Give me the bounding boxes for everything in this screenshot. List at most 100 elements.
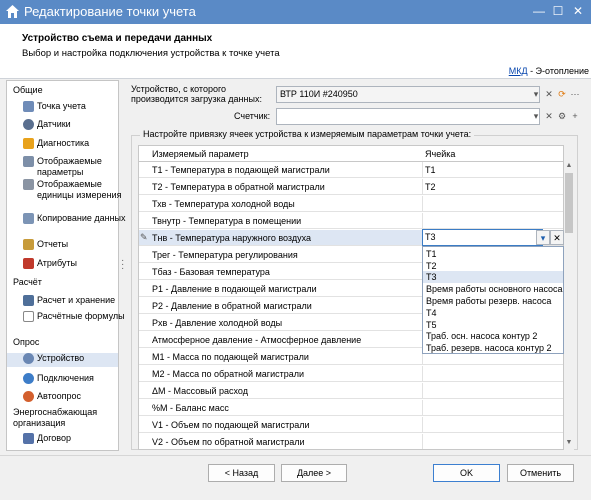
close-window-button[interactable]: ✕	[571, 4, 585, 18]
refresh-icon[interactable]: ⟳	[556, 88, 568, 100]
chevron-down-icon[interactable]: ▾	[536, 230, 550, 245]
scroll-up-icon[interactable]: ▲	[565, 161, 573, 171]
sidebar-item-label: Датчики	[37, 119, 71, 129]
clear-icon[interactable]: ✕	[543, 88, 555, 100]
title-bar: Редактирование точки учета — ☐ ✕	[0, 0, 591, 24]
sidebar-item-connections[interactable]: Подключения	[23, 373, 134, 384]
device-combobox[interactable]: ВТР 110И #240950	[276, 86, 540, 103]
param-cell: %M - Баланс масс	[152, 403, 229, 413]
copy-icon	[23, 213, 34, 224]
chevron-down-icon[interactable]: ▾	[530, 88, 542, 100]
param-cell: V1 - Объем по подающей магистрали	[152, 420, 310, 430]
sidebar-item-label: Копирование данных	[37, 213, 126, 223]
param-cell: M1 - Масса по подающей магистрали	[152, 352, 309, 362]
table-row[interactable]: V2 - Объем по обратной магистрали	[139, 434, 563, 449]
dropdown-option-selected[interactable]: T3	[423, 271, 563, 283]
sidebar-section-supplier: Энергоснабжающая организация	[13, 407, 98, 428]
ok-button[interactable]: OK	[433, 464, 500, 482]
autopoll-icon	[23, 391, 34, 402]
cell-dropdown-list: T1 T2 T3 Время работы основного насоса В…	[422, 246, 564, 354]
param-cell: T2 - Температура в обратной магистрали	[152, 182, 325, 192]
sidebar-item-label: Расчётные формулы	[37, 311, 125, 321]
page-subtitle: Выбор и настройка подключения устройства…	[22, 48, 280, 59]
units-icon	[23, 179, 34, 190]
scrollbar-thumb[interactable]	[565, 173, 573, 233]
sidebar-section-general: Общие	[13, 85, 43, 95]
sidebar-item-displayed-units[interactable]: Отображаемые единицы измерения	[23, 179, 134, 200]
sidebar-item-label: Отображаемые параметры	[37, 156, 102, 177]
scroll-down-icon[interactable]: ▼	[565, 438, 573, 448]
sidebar-section-calc: Расчёт	[13, 277, 42, 287]
sidebar-item-copy-data[interactable]: Копирование данных	[23, 213, 134, 224]
table-row[interactable]: Твнутр - Температура в помещении	[139, 213, 563, 229]
cell-value[interactable]: T1	[425, 165, 436, 175]
sidebar-item-calc-storage[interactable]: Расчет и хранение	[23, 295, 134, 306]
dropdown-option[interactable]: Время работы основного насоса	[423, 283, 563, 295]
sidebar: Общие Точка учета Датчики Диагностика От…	[6, 80, 126, 451]
param-cell: Трег - Температура регулирования	[152, 250, 298, 260]
sidebar-item-label: Подключения	[37, 373, 94, 383]
page-title: Устройство съема и передачи данных	[22, 33, 213, 44]
sidebar-splitter-handle[interactable]: · · ·	[121, 256, 124, 274]
next-button[interactable]: Далее >	[281, 464, 347, 482]
param-cell: M2 - Масса по обратной магистрали	[152, 369, 305, 379]
sidebar-item-metering-point[interactable]: Точка учета	[23, 101, 134, 112]
dropdown-option[interactable]: Траб. осн. насоса контур 2	[423, 330, 563, 342]
table-row[interactable]: V1 - Объем по подающей магистрали	[139, 417, 563, 433]
param-cell: T1 - Температура в подающей магистрали	[152, 165, 330, 175]
edit-icon[interactable]: ⚙	[556, 110, 568, 122]
table-row[interactable]: T1 - Температура в подающей магистрали T1	[139, 162, 563, 178]
object-link-area: МКД - Э-отопление	[509, 66, 589, 76]
param-cell: Pхв - Давление холодной воды	[152, 318, 283, 328]
table-row[interactable]: %M - Баланс масс	[139, 400, 563, 416]
mapping-group-title: Настройте привязку ячеек устройства к из…	[140, 129, 475, 139]
table-row[interactable]: Тхв - Температура холодной воды	[139, 196, 563, 212]
sidebar-item-sensors[interactable]: Датчики	[23, 119, 134, 130]
cell-editor-value: T3	[425, 232, 436, 242]
mkd-suffix: - Э-отопление	[527, 66, 589, 76]
page-header: Устройство съема и передачи данных Выбор…	[0, 24, 591, 78]
add-icon[interactable]: +	[569, 110, 581, 122]
param-cell: V2 - Объем по обратной магистрали	[152, 437, 305, 447]
back-button[interactable]: < Назад	[208, 464, 275, 482]
sidebar-item-label: Атрибуты	[37, 258, 78, 268]
chevron-down-icon[interactable]: ▾	[530, 110, 542, 122]
column-header-cell[interactable]: Ячейка	[425, 149, 455, 159]
sidebar-item-formulas[interactable]: Расчётные формулы	[23, 311, 134, 322]
param-cell: Тбаз - Базовая температура	[152, 267, 270, 277]
column-header-param[interactable]: Измеряемый параметр	[152, 149, 249, 159]
sidebar-item-displayed-params[interactable]: Отображаемые параметры	[23, 156, 134, 177]
building-icon	[23, 101, 34, 112]
dropdown-option[interactable]: T4	[423, 307, 563, 319]
grid-scrollbar[interactable]: ▲ ▼	[564, 161, 574, 450]
table-row[interactable]: ΔM - Массовый расход	[139, 383, 563, 399]
sidebar-item-device[interactable]: Устройство	[7, 353, 118, 367]
table-row[interactable]: M2 - Масса по обратной магистрали	[139, 366, 563, 382]
clear-icon[interactable]: ✕	[543, 110, 555, 122]
dropdown-option[interactable]: Траб. резерв. насоса контур 2	[423, 342, 563, 354]
param-cell: P2 - Давление в обратной магистрали	[152, 301, 312, 311]
clear-icon[interactable]: ✕	[550, 230, 564, 245]
sensor-icon	[23, 119, 34, 130]
sidebar-item-attributes[interactable]: Атрибуты	[23, 258, 134, 269]
dropdown-option[interactable]: Время работы резерв. насоса	[423, 295, 563, 307]
pencil-icon: ✎	[140, 232, 148, 242]
maximize-button[interactable]: ☐	[551, 4, 565, 18]
cancel-button[interactable]: Отменить	[507, 464, 574, 482]
counter-combobox[interactable]	[276, 108, 540, 125]
sidebar-item-diagnostics[interactable]: Диагностика	[23, 138, 134, 149]
sidebar-item-autopoll[interactable]: Автоопрос	[23, 391, 134, 402]
table-row[interactable]: T2 - Температура в обратной магистрали T2	[139, 179, 563, 195]
mkd-link[interactable]: МКД	[509, 66, 528, 76]
sidebar-item-reports[interactable]: Отчеты	[23, 239, 134, 250]
cell-editor-combobox[interactable]: T3	[422, 229, 543, 246]
home-icon	[6, 5, 19, 18]
sidebar-item-label: Диагностика	[37, 138, 90, 148]
cell-value[interactable]: T2	[425, 182, 436, 192]
minimize-button[interactable]: —	[532, 4, 546, 18]
counter-label: Счетчик:	[234, 111, 271, 121]
dropdown-option[interactable]: T1	[423, 248, 563, 260]
more-icon[interactable]: ⋯	[569, 88, 581, 100]
sidebar-item-contract[interactable]: Договор	[23, 433, 134, 444]
window-title: Редактирование точки учета	[24, 4, 196, 19]
